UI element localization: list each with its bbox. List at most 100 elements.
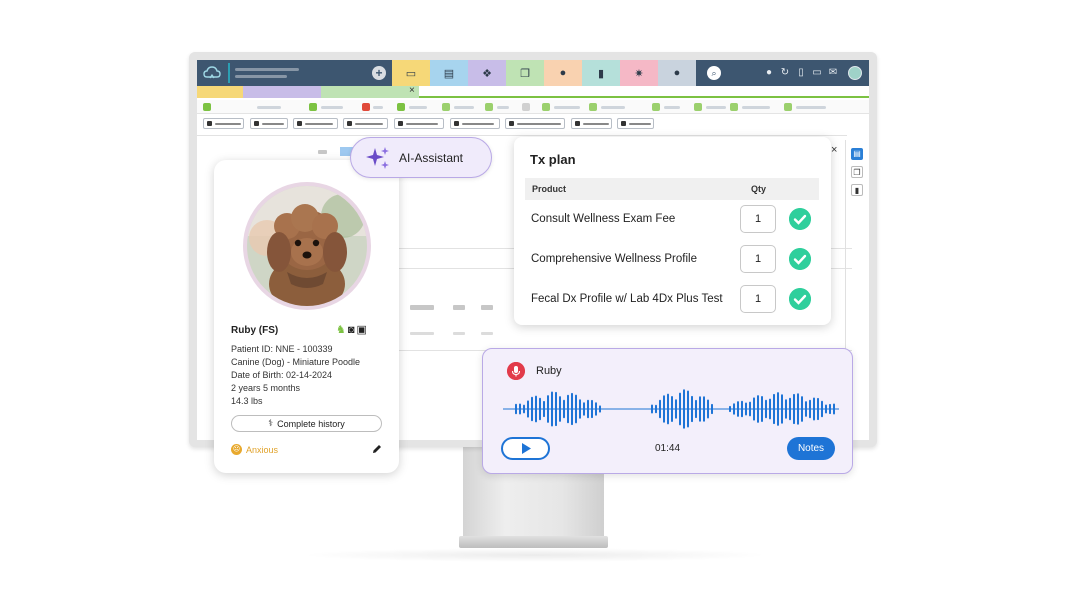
paw-icon[interactable] [309,103,317,111]
mail-icon[interactable] [589,103,597,111]
waveform-bar [595,402,597,416]
note-icon[interactable] [542,103,550,111]
waveform-bar [675,399,677,419]
chip[interactable] [617,118,654,129]
camera-icon[interactable]: ◙ [348,324,357,336]
waveform-bar [579,399,581,419]
waveform-bar [587,399,589,419]
voice-recording-card: Ruby 01:44 Notes [482,348,853,474]
contacts-icon: ▤ [443,67,455,80]
record-tab-2[interactable] [243,86,321,98]
tab-documents[interactable]: ❐ [506,60,544,86]
history-icon[interactable]: ↻ [780,67,790,79]
check-icon[interactable] [789,288,811,310]
tab-billing[interactable]: ● [544,60,582,86]
waveform-bar [687,390,689,428]
print-icon[interactable]: ▭ [812,67,822,79]
complete-history-button[interactable]: ⚕ Complete history [231,415,382,432]
clock-icon[interactable] [784,103,792,111]
placeholder-bar [321,106,343,109]
waveform-bar [813,397,815,421]
image-icon[interactable] [694,103,702,111]
waveform-bar [801,396,803,422]
chip[interactable] [394,118,444,129]
waveform-bar [563,399,565,419]
tab-reports[interactable]: ▮ [582,60,620,86]
tab-help[interactable]: ● [658,60,696,86]
qty-input[interactable]: 1 [740,285,776,313]
home-icon[interactable] [362,103,370,111]
patient-dob: Date of Birth: 02-14-2024 [231,370,333,380]
chip[interactable] [250,118,288,129]
waveform-bar [591,399,593,419]
table-row: Consult Wellness Exam Fee 1 [525,204,819,234]
chip[interactable] [203,118,244,129]
link-icon[interactable] [730,103,738,111]
document-icon[interactable]: ▯ [796,67,806,79]
new-button[interactable]: + [372,66,386,80]
waveform-bar [599,405,601,413]
chip[interactable] [505,118,565,129]
chip[interactable] [293,118,338,129]
app-header: + ▭ ▤ ❖ ❐ ● ▮ ✷ ● ⌕ ● ↻ ▯ ▭ ✉ [197,60,869,86]
patient-age: 2 years 5 months [231,383,301,393]
check-icon[interactable] [789,248,811,270]
add-icon[interactable] [397,103,405,111]
record-tabs: × [197,85,869,98]
record-tab-1[interactable] [197,86,243,98]
user-avatar[interactable] [848,66,862,80]
chip[interactable] [450,118,500,129]
patient-toolbar [197,100,869,114]
waveform-bar [737,401,739,417]
waveform-bar [793,393,795,425]
patient-photo-frame [243,182,371,310]
microphone-icon[interactable]: ▮ [851,184,863,196]
clip-icon[interactable] [522,103,530,111]
copy-icon[interactable]: ❐ [851,166,863,178]
waveform-bar [531,396,533,422]
check-icon[interactable] [789,208,811,230]
clinic-name-placeholder [235,68,299,71]
tx-plan-header: Product Qty [525,178,819,200]
qty-input[interactable]: 1 [740,245,776,273]
edit-pencil-icon[interactable] [371,443,383,455]
tab-browser[interactable]: ▭ [392,60,430,86]
product-name: Fecal Dx Profile w/ Lab 4Dx Plus Test [531,293,723,305]
chart-icon: ▮ [597,67,605,80]
doc-icon[interactable] [485,103,493,111]
waveform-bar [707,399,709,419]
sparkle-icon [366,146,389,169]
copy-icon[interactable] [442,103,450,111]
tab-patients[interactable]: ❖ [468,60,506,86]
tab-settings[interactable]: ✷ [620,60,658,86]
product-column-header: Product [532,184,567,194]
gear-icon: ✷ [634,67,644,80]
chip[interactable] [571,118,612,129]
close-icon[interactable]: × [409,85,415,96]
email-icon[interactable] [652,103,660,111]
waveform-bar [519,403,521,415]
placeholder-bar [796,106,826,109]
drop-icon[interactable]: ● [764,67,774,79]
play-button[interactable] [501,437,550,460]
panel-close-icon[interactable]: × [831,144,837,156]
divider [197,135,847,136]
calendar-icon[interactable]: ▤ [851,148,863,160]
waveform-bar [547,395,549,423]
record-tab-3[interactable] [321,86,419,98]
chip[interactable] [343,118,388,129]
notes-button[interactable]: Notes [787,437,835,460]
product-name: Comprehensive Wellness Profile [531,253,697,265]
ai-assistant-button[interactable]: AI-Assistant [350,137,492,178]
placeholder-block [453,305,465,310]
waveform-bar [583,402,585,416]
tab-contacts[interactable]: ▤ [430,60,468,86]
search-icon[interactable]: ⌕ [707,66,721,80]
user-name-placeholder [235,75,287,78]
qty-input[interactable]: 1 [740,205,776,233]
waveform-bar [769,398,771,420]
stethoscope-icon[interactable] [203,103,211,111]
gallery-icon[interactable]: ▣ [357,324,369,336]
mail-icon[interactable]: ✉ [828,67,838,79]
waveform-bar [671,395,673,423]
